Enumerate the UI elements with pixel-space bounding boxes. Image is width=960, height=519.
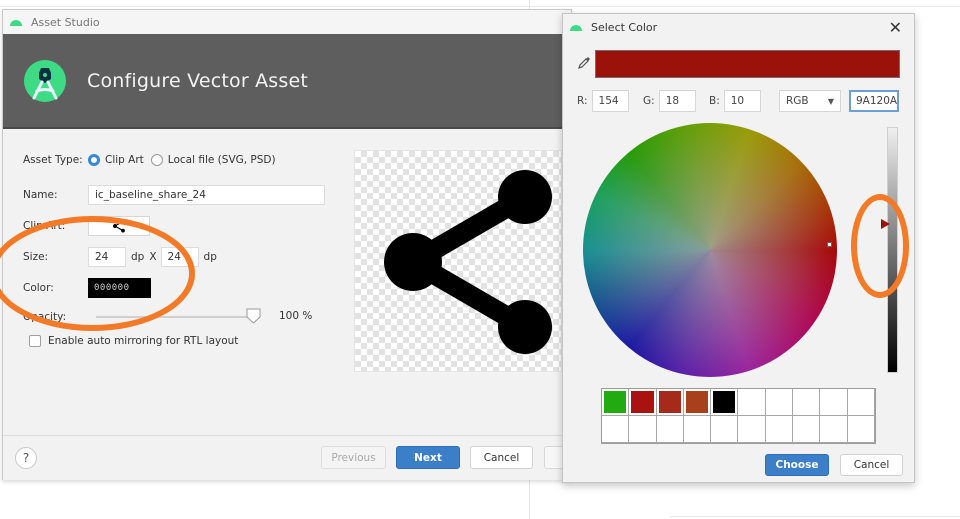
wizard-header: Configure Vector Asset [3, 34, 571, 129]
color-wheel[interactable] [583, 123, 837, 377]
opacity-value: 100 % [279, 310, 313, 322]
size-label: Size: [23, 251, 49, 263]
clip-art-button[interactable] [88, 216, 150, 236]
share-icon [384, 170, 552, 354]
asset-type-row: Asset Type: Clip Art Local file (SVG, PS… [23, 154, 283, 166]
recent-color-swatch[interactable] [820, 389, 848, 416]
android-icon [570, 25, 582, 31]
color-swatch-button[interactable]: 000000 [88, 278, 151, 298]
recent-color-swatch[interactable] [820, 416, 848, 443]
blue-field: B: 10 [709, 90, 761, 112]
brightness-slider-thumb[interactable] [881, 219, 890, 229]
green-field: G: 18 [643, 90, 696, 112]
recent-color-swatch[interactable] [683, 416, 712, 443]
share-icon [113, 219, 125, 233]
recent-color-swatch[interactable] [602, 389, 630, 416]
recent-color-swatch[interactable] [656, 389, 684, 416]
rtl-label[interactable]: Enable auto mirroring for RTL layout [48, 335, 238, 347]
recent-color-swatch[interactable] [629, 389, 657, 416]
android-studio-logo-icon [24, 59, 66, 102]
dialog-cancel-button[interactable]: Cancel [840, 454, 903, 476]
size-separator: X [149, 251, 157, 263]
color-mode-value: RGB [786, 95, 809, 107]
opacity-row: Opacity: 100 % [23, 308, 323, 324]
recent-color-swatch[interactable] [602, 416, 630, 443]
recent-color-swatch[interactable] [793, 416, 821, 443]
android-icon [10, 20, 22, 26]
red-input[interactable]: 154 [591, 90, 629, 112]
previous-button[interactable]: Previous [321, 446, 386, 469]
recent-color-swatch[interactable] [793, 389, 821, 416]
recent-color-swatch[interactable] [711, 389, 739, 416]
recent-color-swatch[interactable] [738, 389, 766, 416]
color-label: Color: [23, 282, 54, 294]
recent-color-swatch[interactable] [765, 416, 794, 443]
size-width-input[interactable]: 24 [88, 247, 126, 267]
opacity-label: Opacity: [23, 311, 67, 323]
rgb-inputs: R: 154 G: 18 B: 10 RGB ▼ 9A120A [577, 90, 907, 112]
opacity-slider-thumb[interactable] [246, 308, 261, 324]
clip-art-row: Clip Art: [23, 216, 150, 236]
eyedropper-icon[interactable] [577, 56, 591, 70]
icon-preview [354, 150, 562, 372]
blue-input[interactable]: 10 [723, 90, 761, 112]
clip-art-radio-label[interactable]: Clip Art [105, 154, 144, 166]
green-label: G: [643, 95, 655, 107]
recent-color-swatch[interactable] [847, 416, 875, 443]
color-mode-select[interactable]: RGB ▼ [779, 90, 841, 112]
recent-color-swatch[interactable] [629, 416, 657, 443]
recent-color-swatch[interactable] [711, 416, 739, 443]
green-input[interactable]: 18 [658, 90, 696, 112]
wizard-footer: ? Previous Next Cancel [3, 435, 584, 480]
help-button[interactable]: ? [15, 447, 37, 469]
asset-type-label: Asset Type: [23, 154, 83, 166]
choose-button[interactable]: Choose [765, 454, 829, 476]
recent-color-swatch[interactable] [847, 389, 875, 416]
local-file-radio-label[interactable]: Local file (SVG, PSD) [168, 154, 276, 166]
local-file-radio[interactable] [150, 154, 163, 166]
chevron-down-icon: ▼ [827, 96, 834, 106]
recent-color-swatch[interactable] [765, 389, 794, 416]
size-row: Size: 24 dp X 24 dp [23, 247, 217, 267]
recent-color-swatch[interactable] [683, 389, 712, 416]
color-wheel-marker[interactable] [827, 242, 832, 247]
select-color-dialog: Select Color ✕ R: 154 G: 18 B: 10 RGB ▼ … [562, 13, 915, 483]
blue-label: B: [709, 95, 720, 107]
hex-input[interactable]: 9A120A [849, 90, 899, 112]
size-height-input[interactable]: 24 [160, 247, 199, 267]
color-row: Color: 000000 [23, 278, 151, 298]
name-input[interactable]: ic_baseline_share_24 [88, 185, 325, 205]
background-divider [670, 516, 960, 517]
window-titlebar: Asset Studio [3, 10, 571, 34]
dialog-titlebar: Select Color ✕ [563, 14, 914, 40]
cancel-button[interactable]: Cancel [470, 446, 533, 469]
page-title: Configure Vector Asset [87, 69, 309, 92]
asset-studio-window: Asset Studio Configure Vector Asset Asse… [2, 9, 584, 480]
name-label: Name: [23, 189, 58, 201]
red-label: R: [577, 95, 588, 107]
next-button[interactable]: Next [396, 446, 460, 469]
name-row: Name: ic_baseline_share_24 [23, 185, 325, 205]
clip-art-label: Clip Art: [23, 220, 66, 232]
recent-color-swatch[interactable] [738, 416, 766, 443]
size-width-unit: dp [131, 251, 145, 263]
recent-color-swatch[interactable] [656, 416, 684, 443]
dialog-title: Select Color [591, 20, 658, 34]
opacity-slider[interactable] [96, 316, 252, 318]
size-height-unit: dp [203, 251, 217, 263]
clip-art-radio[interactable] [88, 154, 100, 166]
background-divider [0, 6, 960, 7]
close-icon[interactable]: ✕ [889, 18, 902, 37]
selected-color-preview [595, 50, 900, 78]
window-title: Asset Studio [31, 15, 100, 29]
rtl-row: Enable auto mirroring for RTL layout [23, 335, 238, 347]
rtl-checkbox[interactable] [29, 335, 41, 347]
recent-colors-grid [601, 388, 876, 444]
red-field: R: 154 [577, 90, 629, 112]
brightness-slider[interactable] [887, 127, 898, 373]
